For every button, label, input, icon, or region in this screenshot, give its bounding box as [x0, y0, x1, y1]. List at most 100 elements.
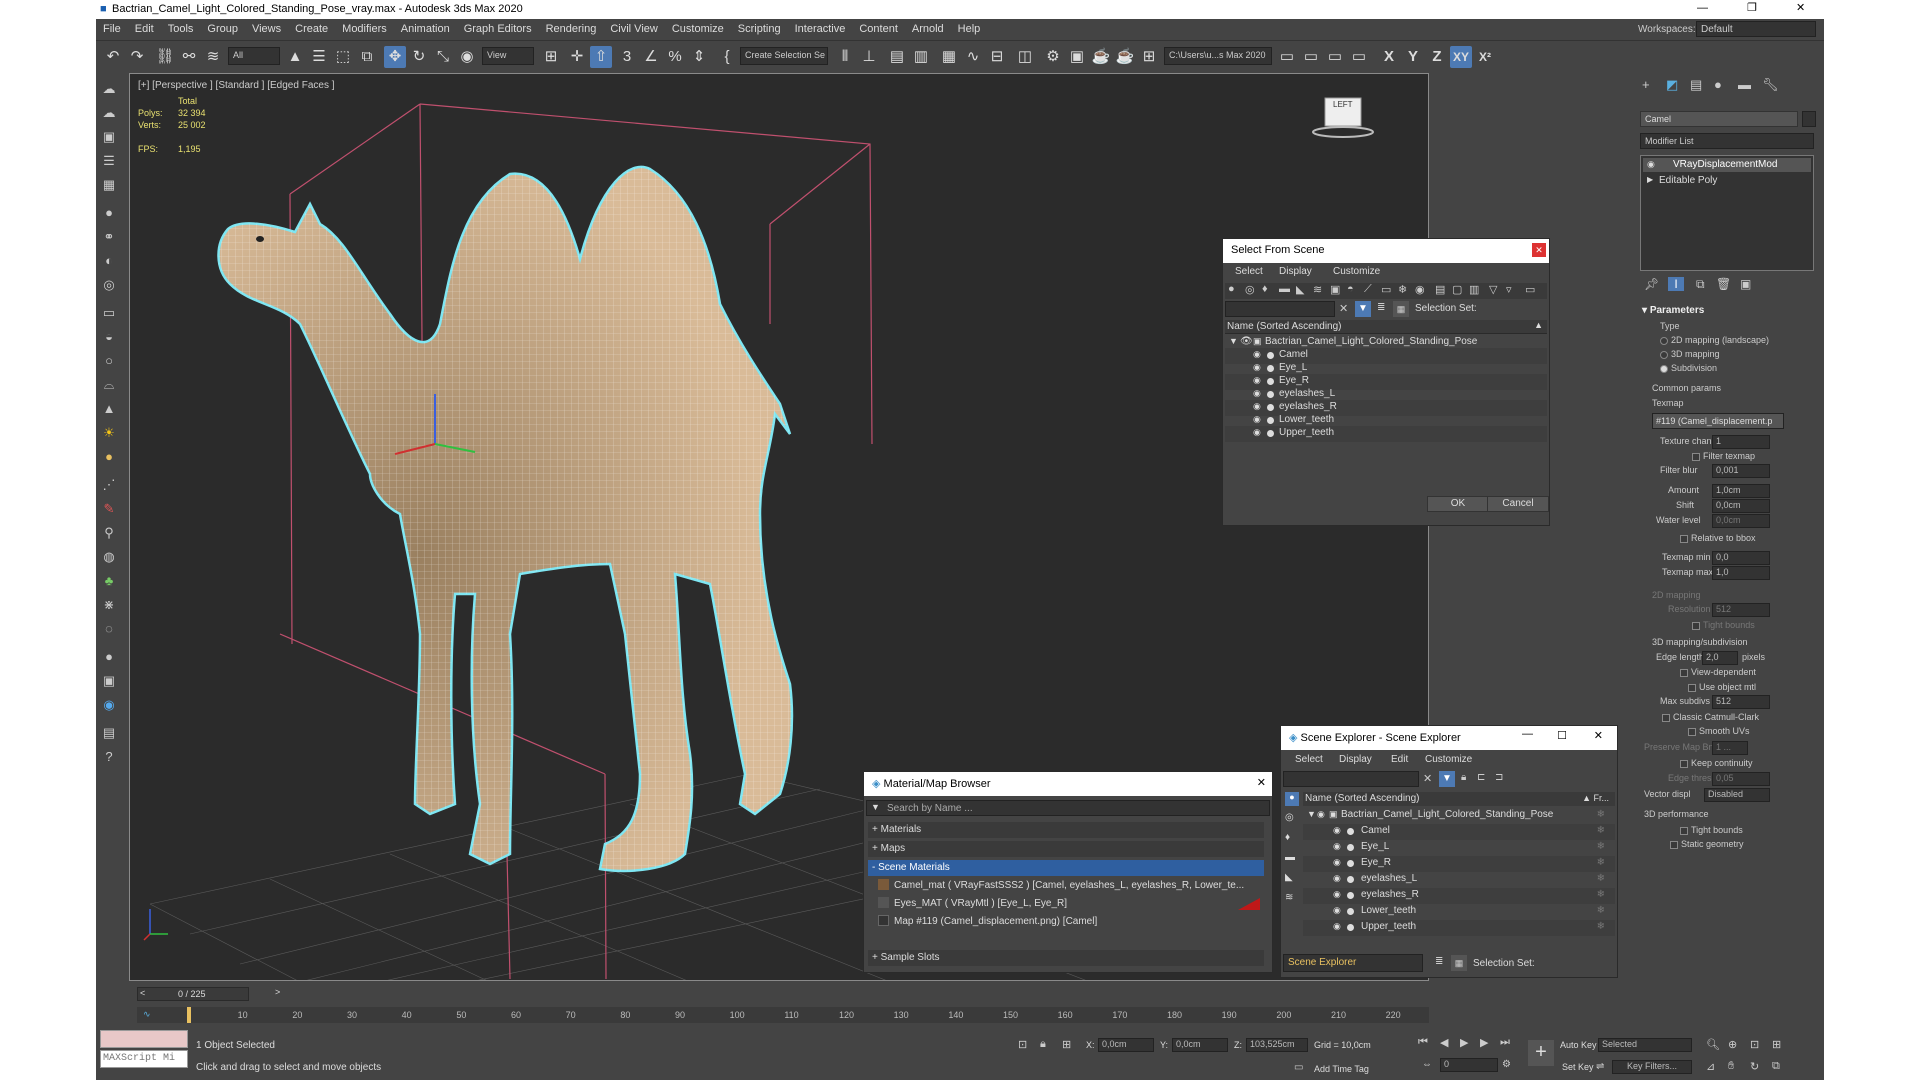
vector-displ-select[interactable]: Disabled	[1704, 788, 1770, 802]
menu-edit[interactable]: Edit	[128, 19, 161, 39]
layers-icon[interactable]: ≣	[1377, 302, 1385, 313]
save-icon[interactable]: ▭	[1300, 46, 1322, 68]
smooth-uvs-checkbox[interactable]: Smooth UVs	[1688, 726, 1750, 736]
vray-icon[interactable]: ◉	[99, 695, 119, 715]
time-tag-icon[interactable]: ▭	[1294, 1062, 1303, 1073]
amount-spinner[interactable]: 1,0cm	[1712, 484, 1770, 498]
pivot-center-icon[interactable]: ⊞	[540, 46, 562, 68]
sfs-item-upper-teeth[interactable]: ◉ Upper_teeth	[1225, 426, 1547, 442]
select-place-icon[interactable]: ◉	[456, 46, 478, 68]
axis-y-button[interactable]: Y	[1402, 46, 1424, 68]
lock-icon[interactable]: 🔒︎	[1461, 772, 1466, 783]
eye-icon[interactable]: 👁	[1240, 336, 1253, 347]
filter-toggle-icon[interactable]: ▼	[1439, 771, 1455, 787]
create-tab-icon[interactable]: +	[1642, 77, 1650, 92]
material-item-map119[interactable]: Map #119 (Camel_displacement.png) [Camel…	[878, 914, 1264, 930]
pan-icon[interactable]: ✋︎	[1728, 1060, 1734, 1073]
schematic-view-icon[interactable]: ⊟	[986, 46, 1008, 68]
sample-slots-section[interactable]: + Sample Slots	[868, 950, 1264, 966]
rendered-frame-icon[interactable]: ▣	[1066, 46, 1088, 68]
keyboard-shortcut-icon[interactable]: ⇧	[590, 46, 612, 68]
scene-explorer-icon[interactable]: ▤	[886, 46, 908, 68]
light-icon[interactable]: ●	[99, 203, 119, 223]
parameters-heading[interactable]: ▾ Parameters	[1642, 305, 1704, 316]
menu-civil-view[interactable]: Civil View	[603, 19, 664, 39]
image-icon[interactable]: ▣	[99, 127, 119, 147]
filter-spacewarps-icon[interactable]: ≋	[1313, 283, 1322, 296]
shell-icon[interactable]: ◌	[99, 619, 119, 639]
list-icon[interactable]: ☰	[99, 151, 119, 171]
hierarchy-icon[interactable]: ⊏	[1477, 772, 1485, 783]
eye-icon[interactable]: ◉	[1253, 388, 1261, 399]
cancel-button[interactable]: Cancel	[1487, 496, 1549, 512]
open-icon[interactable]: ▭	[1324, 46, 1346, 68]
eye-icon[interactable]: ◉	[1253, 427, 1261, 438]
percent-snap-icon[interactable]: %	[664, 46, 686, 68]
eye-icon[interactable]: ◉	[1253, 401, 1261, 412]
globe-icon[interactable]: ◍	[99, 547, 119, 567]
cone-icon[interactable]: ▲	[99, 399, 119, 419]
view-dependent-checkbox[interactable]: View-dependent	[1680, 667, 1756, 677]
texture-chan-spinner[interactable]: 1	[1712, 435, 1770, 449]
display-shapes-icon[interactable]: ◎	[1285, 812, 1294, 823]
display-all-icon[interactable]: ▤	[1435, 283, 1445, 296]
auto-key-button[interactable]: Auto Key	[1560, 1040, 1597, 1050]
y-coord-spinner[interactable]: 0,0cm	[1172, 1038, 1228, 1052]
goto-start-icon[interactable]: ⏮	[1418, 1036, 1428, 1049]
tight-bounds-3d-checkbox[interactable]: Tight bounds	[1680, 825, 1743, 835]
display-objects-icon[interactable]: ●	[1285, 792, 1299, 806]
zoom-extents-all-icon[interactable]: ⊞	[1772, 1038, 1781, 1051]
sphere-light-icon[interactable]: ●	[99, 447, 119, 467]
filter-shapes-icon[interactable]: ◎	[1245, 283, 1255, 296]
remove-modifier-icon[interactable]: 🗑︎	[1716, 277, 1731, 291]
named-selection-select[interactable]: Create Selection Se	[740, 47, 828, 65]
configure-sets-icon[interactable]: ▣	[1740, 277, 1751, 291]
select-manipulate-icon[interactable]: ✛	[566, 46, 588, 68]
select-by-name-icon[interactable]: ☰	[308, 46, 330, 68]
se-item-eye-r[interactable]: ◉ Eye_R ❄	[1303, 856, 1615, 872]
sfs-search-input[interactable]	[1225, 301, 1335, 317]
camera-icon[interactable]: ◎	[99, 275, 119, 295]
render-production-icon[interactable]: ☕	[1090, 46, 1112, 68]
minimize-icon[interactable]: —	[1522, 728, 1533, 740]
menu-tools[interactable]: Tools	[161, 19, 201, 39]
hierarchy-tab-icon[interactable]: ▤	[1690, 77, 1702, 93]
freeze-icon[interactable]: ❄	[1597, 889, 1605, 900]
menu-rendering[interactable]: Rendering	[539, 19, 604, 39]
axis-xy-button[interactable]: XY	[1450, 46, 1472, 68]
maximize-icon[interactable]: ☐	[1557, 729, 1567, 742]
menu-scripting[interactable]: Scripting	[731, 19, 788, 39]
display-lights-icon[interactable]: ♦	[1285, 832, 1290, 843]
type-subdivision-radio[interactable]: Subdivision	[1660, 363, 1717, 373]
render-grid-icon[interactable]: ⊞	[1138, 46, 1160, 68]
folder-icon[interactable]: ▭	[1525, 283, 1535, 296]
se-item-eyelashes-l[interactable]: ◉ eyelashes_L ❄	[1303, 872, 1615, 888]
orbit-icon[interactable]: ↻	[1750, 1060, 1759, 1073]
material-item-eyes[interactable]: Eyes_MAT ( VRayMtl ) [Eye_L, Eye_R]	[878, 896, 1264, 912]
texmap-min-spinner[interactable]: 0,0	[1712, 551, 1770, 565]
eye-icon[interactable]: ◉	[1333, 825, 1341, 836]
next-frame-icon[interactable]: >	[275, 987, 280, 997]
redo-icon[interactable]: ↷	[126, 46, 148, 68]
eye-icon[interactable]: ◉	[1647, 159, 1655, 170]
select-scale-icon[interactable]: ⤡	[432, 46, 454, 68]
sync-icon[interactable]: ⊐	[1495, 772, 1503, 783]
undo-icon[interactable]: ↶	[102, 46, 124, 68]
menu-customize[interactable]: Customize	[665, 19, 731, 39]
play-icon[interactable]: ▶	[1460, 1036, 1468, 1049]
menu-interactive[interactable]: Interactive	[788, 19, 853, 39]
material-editor-icon[interactable]: ◫	[1014, 46, 1036, 68]
max-subdivs-spinner[interactable]: 512	[1712, 695, 1770, 709]
filter-helpers-icon[interactable]: ◣	[1296, 283, 1304, 296]
eye-icon[interactable]: ◉	[1333, 841, 1341, 852]
texmap-button[interactable]: #119 (Camel_displacement.p	[1652, 413, 1784, 429]
render-box-icon[interactable]: ▣	[99, 671, 119, 691]
goto-end-icon[interactable]: ⏭	[1500, 1036, 1510, 1049]
freeze-icon[interactable]: ❄	[1597, 905, 1605, 916]
eye-icon[interactable]: ◉	[1253, 375, 1261, 386]
add-time-tag-button[interactable]: Add Time Tag	[1314, 1064, 1369, 1074]
close-icon[interactable]: ✕	[1594, 729, 1603, 742]
edge-thresh-spinner[interactable]: 0,05	[1712, 772, 1770, 786]
help-icon[interactable]: ?	[99, 747, 119, 767]
eye-icon[interactable]: ◉	[1253, 362, 1261, 373]
